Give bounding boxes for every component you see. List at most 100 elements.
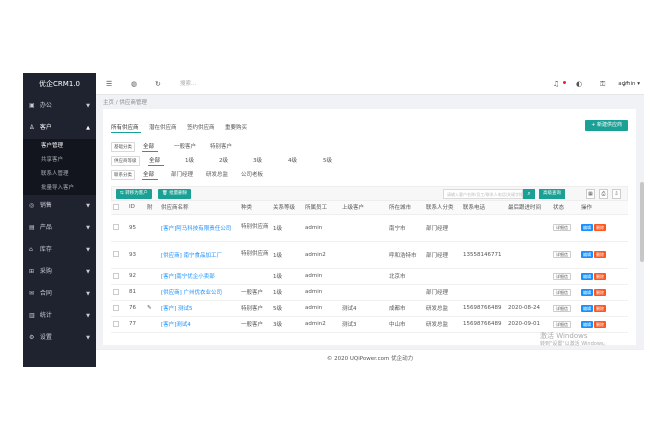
table-search-input[interactable]: 请输入客户名称/员工/联系人电话/关键字搜索 <box>443 189 523 199</box>
sidebar-item-label: 合同 <box>39 290 52 297</box>
sidebar-item-inventory[interactable]: ⌂ 库存 ▼ <box>23 239 96 261</box>
cell-actions: 编辑 删除 <box>579 316 628 333</box>
cell-name[interactable]: [供应商] 南宁食品加工厂 <box>159 241 239 269</box>
checkbox[interactable] <box>113 272 119 279</box>
filter-option[interactable]: 部门经理 <box>171 170 193 180</box>
row-select[interactable] <box>111 241 127 269</box>
delete-button[interactable]: 删除 <box>594 304 606 312</box>
supplier-name-link[interactable]: [供应商] 广州优衣业公司 <box>161 290 222 296</box>
edit-button[interactable]: 编辑 <box>581 304 593 312</box>
menu-toggle-icon[interactable]: ☰ <box>106 73 112 95</box>
detail-button[interactable]: 详细信 <box>553 272 571 280</box>
delete-button[interactable]: 删除 <box>594 251 606 258</box>
sidebar-item-product[interactable]: ▤ 产品 ▼ <box>23 217 96 239</box>
tab-important-purchase[interactable]: 重要购买 <box>225 123 247 131</box>
cell-staff: admin <box>303 284 340 301</box>
checkbox[interactable] <box>113 251 119 258</box>
refresh-icon[interactable]: ↻ <box>155 73 161 95</box>
sidebar-item-sales[interactable]: ◎ 销售 ▼ <box>23 195 96 217</box>
filter-option[interactable]: 2级 <box>219 156 228 166</box>
user-icon: ♙ <box>29 124 35 131</box>
sidebar-item-contract[interactable]: ✉ 合同 ▼ <box>23 283 96 305</box>
sidebar-item-customer[interactable]: ♙ 客户 ▲ <box>23 117 96 139</box>
supplier-name-link[interactable]: [客户] 测试5 <box>161 306 193 312</box>
advanced-search-button[interactable]: 高级查询 <box>539 189 565 199</box>
tab-all-suppliers[interactable]: 所有供应商 <box>111 123 139 131</box>
edit-button[interactable]: 编辑 <box>581 251 593 258</box>
table-row: 95 [客户]阿马科技有限责任公司 特别供应商 1级 admin 南宁市 部门经… <box>111 214 628 242</box>
edit-button[interactable]: 编辑 <box>581 272 593 280</box>
sidebar-subitem-contacts[interactable]: 联系人管理 <box>23 167 96 181</box>
supplier-name-link[interactable]: [客户]南宁优企小卖部 <box>161 274 215 280</box>
export-icon[interactable]: ⇩ <box>612 189 621 199</box>
row-select[interactable] <box>111 268 127 285</box>
sidebar-item-stats[interactable]: ▥ 统计 ▼ <box>23 305 96 327</box>
row-select[interactable] <box>111 316 127 333</box>
top-search-input[interactable]: 搜索... <box>180 73 196 95</box>
transfer-to-customer-button[interactable]: ⇆ 转移为客户 <box>116 189 152 199</box>
filter-option[interactable]: 一般客户 <box>174 142 196 152</box>
cell-city: 北京市 <box>387 268 424 285</box>
print-icon[interactable]: ⎙ <box>599 189 608 199</box>
filter-option[interactable]: 1级 <box>185 156 194 166</box>
checkbox[interactable] <box>113 204 119 210</box>
delete-button[interactable]: 删除 <box>594 288 606 296</box>
sidebar-item-settings[interactable]: ⚙ 设置 ▼ <box>23 327 96 349</box>
lock-icon[interactable]: ⚿ <box>600 73 605 95</box>
sidebar-subitem-shared-customer[interactable]: 共享客户 <box>23 153 96 167</box>
sidebar-subitem-customer-manage[interactable]: 客户管理 <box>23 139 96 153</box>
detail-button[interactable]: 详细信 <box>553 251 571 258</box>
detail-button[interactable]: 详细信 <box>553 320 571 328</box>
new-supplier-button[interactable]: + 新建供应商 <box>585 120 628 131</box>
search-icon[interactable]: ⌕ <box>523 189 535 199</box>
tab-signed-suppliers[interactable]: 签约供应商 <box>187 123 215 131</box>
columns-icon[interactable]: ▦ <box>586 189 595 199</box>
sidebar-item-label: 库存 <box>39 246 52 253</box>
globe-icon[interactable]: ◍ <box>131 73 137 95</box>
row-select[interactable] <box>111 300 127 317</box>
sidebar-item-office[interactable]: ▣ 办公 ▼ <box>23 95 96 117</box>
edit-button[interactable]: 编辑 <box>581 224 593 231</box>
theme-icon[interactable]: ◐ <box>576 73 582 95</box>
delete-button[interactable]: 删除 <box>594 224 606 231</box>
delete-button[interactable]: 删除 <box>594 272 606 280</box>
cell-name[interactable]: [客户]南宁优企小卖部 <box>159 268 239 285</box>
supplier-name-link[interactable]: [客户]测试4 <box>161 322 191 328</box>
checkbox[interactable] <box>113 224 119 231</box>
sidebar-item-purchase[interactable]: ⊞ 采购 ▼ <box>23 261 96 283</box>
checkbox[interactable] <box>113 320 119 327</box>
filter-option[interactable]: 研发总监 <box>206 170 228 180</box>
filter-option[interactable]: 5级 <box>323 156 332 166</box>
supplier-name-link[interactable]: [客户]阿马科技有限责任公司 <box>161 226 231 232</box>
filter-option[interactable]: 4级 <box>288 156 297 166</box>
breadcrumb-home[interactable]: 主页 <box>103 100 114 106</box>
detail-button[interactable]: 详细信 <box>553 288 571 296</box>
table-header: 状态 <box>551 201 579 215</box>
cell-name[interactable]: [客户]测试4 <box>159 316 239 333</box>
tab-potential-suppliers[interactable]: 潜在供应商 <box>149 123 177 131</box>
bell-icon[interactable]: ♫ <box>553 73 559 95</box>
edit-button[interactable]: 编辑 <box>581 288 593 296</box>
row-select[interactable] <box>111 284 127 301</box>
supplier-name-link[interactable]: [供应商] 南宁食品加工厂 <box>161 253 222 259</box>
cell-name[interactable]: [客户] 测试5 <box>159 300 239 317</box>
filter-option[interactable]: 公司老板 <box>241 170 263 180</box>
checkbox[interactable] <box>113 288 119 295</box>
user-menu[interactable]: admin ▾ <box>618 73 640 95</box>
detail-button[interactable]: 详细信 <box>553 304 571 312</box>
row-select[interactable] <box>111 214 127 242</box>
cell-name[interactable]: [供应商] 广州优衣业公司 <box>159 284 239 301</box>
filter-option[interactable]: 3级 <box>253 156 262 166</box>
cell-name[interactable]: [客户]阿马科技有限责任公司 <box>159 214 239 242</box>
filter-option[interactable]: 特别客户 <box>210 142 232 152</box>
edit-button[interactable]: 编辑 <box>581 320 593 328</box>
table-header[interactable]: ID <box>127 201 145 215</box>
delete-button[interactable]: 删除 <box>594 320 606 328</box>
sidebar-subitem-batch-import[interactable]: 批量导入客户 <box>23 181 96 195</box>
header-select-all[interactable] <box>111 201 127 215</box>
page-scrollbar[interactable] <box>640 182 644 262</box>
batch-delete-button[interactable]: 🗑 批量删除 <box>158 189 192 199</box>
checkbox[interactable] <box>113 304 119 311</box>
chevron-down-icon: ▼ <box>86 335 90 341</box>
detail-button[interactable]: 详细信 <box>553 224 571 231</box>
